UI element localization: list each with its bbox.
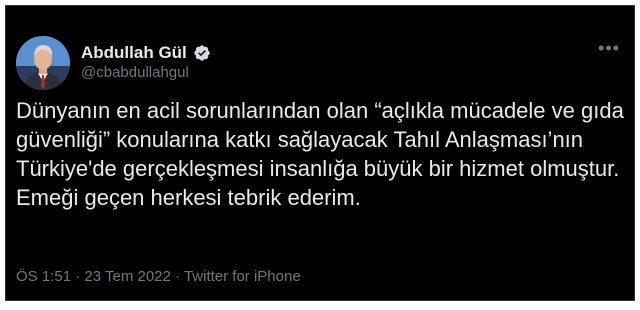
meta-separator: · — [175, 268, 181, 285]
verified-badge-icon — [193, 44, 211, 62]
profile-photo-icon — [16, 36, 70, 90]
author-line: Abdullah Gül — [81, 42, 211, 64]
user-handle[interactable]: @cbabdullahgul — [81, 64, 189, 81]
tweet-card: Abdullah Gül @cbabdullahgul ••• Dünyanın… — [5, 5, 635, 301]
tweet-date[interactable]: 23 Tem 2022 — [84, 268, 170, 285]
more-options-icon[interactable]: ••• — [598, 38, 620, 58]
tweet-source[interactable]: Twitter for iPhone — [184, 268, 301, 285]
tweet-time[interactable]: ÖS 1:51 — [16, 268, 71, 285]
tweet-metadata: ÖS 1:51 · 23 Tem 2022 · Twitter for iPho… — [16, 268, 301, 285]
meta-separator: · — [75, 268, 81, 285]
tweet-text: Dünyanın en acil sorunlarından olan “açl… — [16, 98, 624, 210]
display-name[interactable]: Abdullah Gül — [81, 43, 187, 63]
avatar[interactable] — [16, 36, 70, 90]
